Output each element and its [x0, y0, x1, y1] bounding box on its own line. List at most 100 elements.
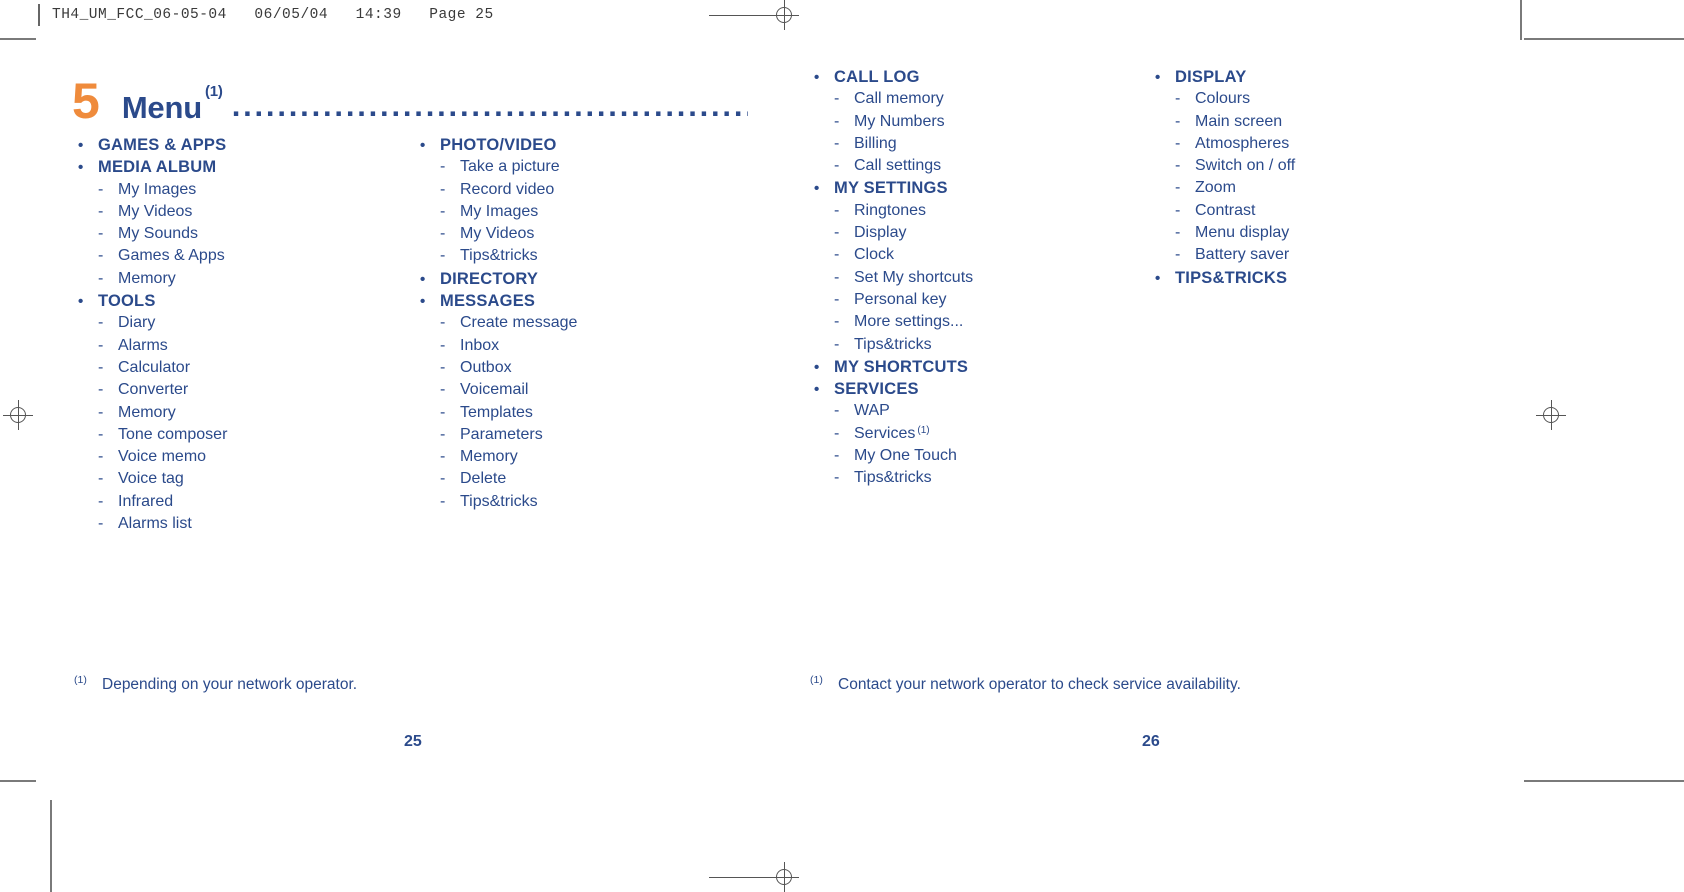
- menu-sub-item-superscript: (1): [917, 424, 930, 436]
- menu-sub-item[interactable]: - Ringtones: [814, 202, 1144, 225]
- menu-sub-item[interactable]: - Calculator: [78, 358, 408, 382]
- menu-sub-item[interactable]: - My Videos: [420, 226, 750, 248]
- menu-sub-item[interactable]: - More settings...: [814, 314, 1144, 336]
- dash-icon: -: [98, 336, 104, 354]
- menu-sub-item[interactable]: - Diary: [78, 315, 408, 337]
- menu-group-heading[interactable]: • TOOLS: [78, 293, 408, 315]
- menu-sub-item[interactable]: - Atmospheres: [1155, 135, 1485, 158]
- menu-sub-item-label: Parameters: [460, 425, 543, 443]
- dash-icon: -: [1175, 90, 1181, 108]
- menu-sub-item-label: Converter: [118, 381, 189, 399]
- menu-sub-item[interactable]: - My Sounds: [78, 226, 408, 248]
- menu-sub-item[interactable]: - Colours: [1155, 91, 1485, 113]
- dash-icon: -: [440, 180, 446, 198]
- dash-icon: -: [834, 134, 840, 152]
- menu-group-heading[interactable]: • TIPS&TRICKS: [1155, 270, 1485, 292]
- menu-sub-item[interactable]: - Create message: [420, 315, 750, 337]
- menu-sub-item[interactable]: - Zoom: [1155, 180, 1485, 202]
- dash-icon: -: [834, 224, 840, 242]
- menu-sub-item[interactable]: - WAP: [814, 403, 1144, 425]
- menu-sub-item[interactable]: - Billing: [814, 134, 1144, 158]
- menu-sub-item[interactable]: - My Numbers: [814, 113, 1144, 136]
- menu-sub-item[interactable]: - Main screen: [1155, 112, 1485, 136]
- dash-icon: -: [98, 448, 104, 466]
- menu-group-heading[interactable]: • MEDIA ALBUM: [78, 159, 408, 181]
- menu-sub-item-label: Create message: [460, 314, 578, 332]
- menu-sub-item-label: WAP: [854, 402, 890, 420]
- menu-group-heading[interactable]: • CALL LOG: [814, 69, 1144, 91]
- menu-sub-item[interactable]: - Tips&tricks: [814, 470, 1144, 492]
- page-number-left: 25: [404, 733, 422, 750]
- dash-icon: -: [440, 381, 446, 399]
- menu-sub-item-label: Call settings: [854, 157, 942, 175]
- menu-sub-item[interactable]: - Display: [814, 225, 1144, 247]
- menu-sub-item-label: Calculator: [118, 358, 191, 376]
- menu-sub-item[interactable]: - Record video: [420, 180, 750, 204]
- menu-sub-item[interactable]: - Voice tag: [78, 471, 408, 493]
- menu-sub-item[interactable]: - Contrast: [1155, 202, 1485, 225]
- menu-sub-item[interactable]: - My Images: [420, 203, 750, 226]
- menu-list-2: • PHOTO/VIDEO - Take a picture - Record video…: [420, 137, 750, 516]
- footnote-right-text: Contact your network operator to check s…: [838, 676, 1241, 693]
- menu-sub-item-label: Tips&tricks: [460, 492, 538, 510]
- footnote-right: (1) Contact your network operator to che…: [810, 674, 1241, 694]
- menu-sub-item[interactable]: - Personal key: [814, 291, 1144, 314]
- menu-sub-item[interactable]: - Call settings: [814, 158, 1144, 180]
- dash-icon: -: [1175, 112, 1181, 130]
- menu-sub-item[interactable]: - Voicemail: [420, 382, 750, 404]
- menu-sub-item[interactable]: - Take a picture: [420, 159, 750, 181]
- menu-sub-item[interactable]: - Call memory: [814, 91, 1144, 113]
- menu-sub-item[interactable]: - My Images: [78, 181, 408, 204]
- menu-group-label: PHOTO/VIDEO: [440, 136, 557, 154]
- menu-sub-item[interactable]: - Tips&tricks: [814, 335, 1144, 359]
- menu-sub-item[interactable]: - Menu display: [1155, 225, 1485, 247]
- menu-sub-item[interactable]: - Memory: [420, 449, 750, 471]
- menu-group-heading[interactable]: • MY SETTINGS: [814, 180, 1144, 202]
- menu-sub-item[interactable]: - Templates: [420, 404, 750, 427]
- menu-group-heading[interactable]: • DISPLAY: [1155, 69, 1485, 91]
- menu-group-heading[interactable]: • MY SHORTCUTS: [814, 359, 1144, 381]
- menu-sub-item[interactable]: - Memory: [78, 404, 408, 427]
- menu-sub-item[interactable]: - Outbox: [420, 358, 750, 382]
- menu-sub-item[interactable]: - Converter: [78, 382, 408, 404]
- menu-sub-item[interactable]: - Battery saver: [1155, 247, 1485, 269]
- menu-sub-item[interactable]: - Clock: [814, 247, 1144, 269]
- menu-sub-item-label: Games & Apps: [118, 247, 225, 265]
- menu-group-heading[interactable]: • DIRECTORY: [420, 271, 750, 293]
- dash-icon: -: [98, 492, 104, 510]
- menu-sub-item-label: Memory: [118, 269, 176, 287]
- menu-sub-item-label: My Videos: [118, 202, 193, 220]
- menu-sub-item[interactable]: - Alarms list: [78, 516, 408, 538]
- menu-sub-item[interactable]: - Set My shortcuts: [814, 269, 1144, 292]
- menu-sub-item[interactable]: - Memory: [78, 269, 408, 293]
- bullet-icon: •: [814, 69, 820, 86]
- menu-sub-item[interactable]: - Games & Apps: [78, 248, 408, 270]
- dash-icon: -: [834, 402, 840, 420]
- menu-sub-item[interactable]: - Inbox: [420, 337, 750, 360]
- menu-group-heading[interactable]: • PHOTO/VIDEO: [420, 137, 750, 159]
- menu-sub-item[interactable]: - Alarms: [78, 336, 408, 360]
- menu-group-heading[interactable]: • MESSAGES: [420, 293, 750, 315]
- menu-sub-item[interactable]: - Services (1): [814, 424, 1144, 448]
- menu-sub-item[interactable]: - Tips&tricks: [420, 248, 750, 270]
- menu-sub-item-label: Take a picture: [460, 158, 560, 176]
- menu-sub-item-label: Memory: [460, 448, 518, 466]
- menu-sub-item[interactable]: - Switch on / off: [1155, 158, 1485, 180]
- menu-sub-item[interactable]: - My One Touch: [814, 448, 1144, 470]
- menu-sub-item[interactable]: - Delete: [420, 471, 750, 493]
- menu-group-label: TIPS&TRICKS: [1175, 268, 1288, 287]
- dash-icon: -: [98, 425, 104, 443]
- menu-sub-item[interactable]: - My Videos: [78, 202, 408, 226]
- menu-group-heading[interactable]: • SERVICES: [814, 381, 1144, 403]
- menu-sub-item[interactable]: - Parameters: [420, 425, 750, 449]
- dash-icon: -: [834, 335, 840, 353]
- menu-sub-item[interactable]: - Tone composer: [78, 425, 408, 449]
- dash-icon: -: [98, 225, 104, 243]
- menu-group-heading[interactable]: • GAMES & APPS: [78, 137, 408, 159]
- menu-sub-item[interactable]: - Infrared: [78, 492, 408, 516]
- menu-sub-item-label: Outbox: [460, 358, 512, 376]
- menu-group-label: GAMES & APPS: [98, 136, 227, 154]
- menu-group-label: DISPLAY: [1175, 68, 1247, 86]
- menu-sub-item[interactable]: - Tips&tricks: [420, 492, 750, 516]
- menu-sub-item[interactable]: - Voice memo: [78, 449, 408, 471]
